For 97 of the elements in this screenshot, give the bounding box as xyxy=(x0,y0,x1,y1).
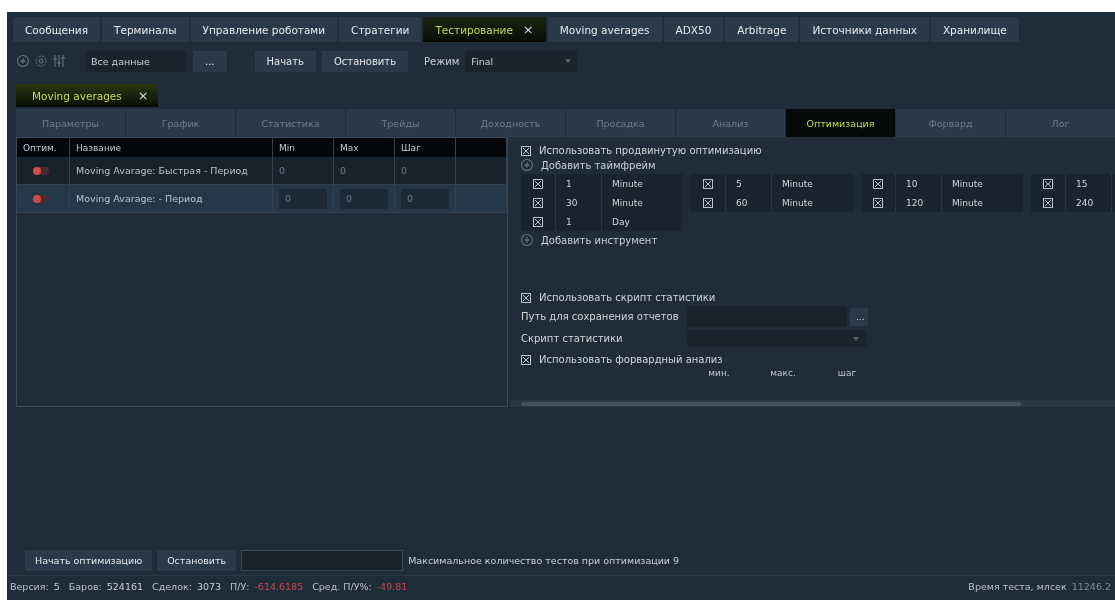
checkbox[interactable] xyxy=(703,197,713,208)
browse-button[interactable]: ... xyxy=(193,50,227,72)
status-value: -49.81 xyxy=(376,580,408,592)
column-header: Оптим. xyxy=(17,138,70,157)
checkbox-label: Использовать форвардный анализ xyxy=(539,354,723,365)
main-tab[interactable]: ADX50 xyxy=(663,17,724,42)
status-value: 5 xyxy=(53,580,60,592)
timeframe-value: 1 xyxy=(566,178,572,189)
mode-label: Режим xyxy=(424,55,460,67)
document-tab[interactable]: Moving averages × xyxy=(16,84,158,107)
stop-button[interactable]: Остановить xyxy=(157,549,237,571)
add-link[interactable]: Добавить инструмент xyxy=(541,234,658,246)
add-link[interactable]: Добавить таймфрейм xyxy=(541,159,656,171)
checkbox[interactable] xyxy=(703,178,713,189)
main-tab[interactable]: Moving averages xyxy=(547,17,662,42)
column-header: Шаг xyxy=(394,138,456,157)
start-optimization-button[interactable]: Начать оптимизацию xyxy=(25,549,153,571)
timeframe-unit: Minute xyxy=(611,178,643,189)
timeframe-unit: Minute xyxy=(951,178,983,189)
column-header: Max xyxy=(333,138,395,157)
checkbox[interactable] xyxy=(873,178,883,189)
caret-icon xyxy=(853,336,859,341)
data-source-field[interactable]: Все данные xyxy=(85,50,187,72)
checkbox[interactable] xyxy=(533,197,543,208)
sub-tab[interactable]: Оптимизация xyxy=(786,109,895,137)
column-header: макс. xyxy=(769,368,797,378)
checkbox-label: Использовать продвинутую оптимизацию xyxy=(539,145,762,156)
table-row[interactable]: Moving Avarage: Быстрая - Период 0 0 0 xyxy=(17,157,507,185)
scrollbar[interactable] xyxy=(511,400,1115,407)
timeframe-unit: Minute xyxy=(781,197,813,208)
status-value: 3073 xyxy=(196,580,222,592)
field-label: Путь для сохранения отчетов xyxy=(521,311,680,322)
timeframe-unit: Minute xyxy=(611,197,643,208)
number-field[interactable]: 0 xyxy=(401,188,449,209)
main-tab[interactable]: Тестирование × xyxy=(423,17,546,42)
toggle-switch[interactable] xyxy=(33,194,49,203)
table-cell: Moving Avarage: - Период xyxy=(69,184,273,213)
timeframe-value: 1 xyxy=(566,216,572,227)
browse-button[interactable]: ... xyxy=(850,307,868,326)
field-label: Скрипт статистики xyxy=(521,333,624,344)
main-tab[interactable]: Терминалы xyxy=(102,17,189,42)
toggle-switch[interactable] xyxy=(33,166,49,175)
timeframe-value: 5 xyxy=(736,178,742,189)
checkbox[interactable] xyxy=(521,292,531,303)
status-label: Сред. П/У%: xyxy=(312,580,372,592)
column-header: Название xyxy=(69,138,273,157)
sliders-icon[interactable] xyxy=(53,55,65,67)
timeframe-unit: Day xyxy=(611,216,630,227)
max-tests-text: Максимальное количество тестов при оптимизации 9 xyxy=(408,554,680,566)
status-label: Сделок: xyxy=(152,580,192,592)
table-cell: 0 xyxy=(279,165,286,176)
timeframe-unit: Minute xyxy=(781,178,813,189)
main-tab[interactable]: Хранилище xyxy=(930,17,1019,42)
number-field[interactable]: 0 xyxy=(279,188,327,209)
status-value: 524161 xyxy=(106,580,143,592)
timeframe-value: 10 xyxy=(906,178,918,189)
checkbox-label: Использовать скрипт статистики xyxy=(539,292,716,303)
stop-button[interactable]: Остановить xyxy=(321,50,409,72)
start-button[interactable]: Начать xyxy=(254,50,316,72)
close-icon[interactable]: × xyxy=(137,88,149,103)
checkbox[interactable] xyxy=(1043,178,1053,189)
column-header: Min xyxy=(272,138,334,157)
column-header: мин. xyxy=(707,368,731,378)
main-tab[interactable]: Управление роботами xyxy=(190,17,338,42)
timeframe-value: 240 xyxy=(1076,197,1094,208)
checkbox[interactable] xyxy=(533,178,543,189)
timeframe-unit: Minute xyxy=(951,197,983,208)
timeframe-value: 30 xyxy=(566,197,578,208)
status-label: Время теста, млсек xyxy=(968,580,1067,592)
timeframe-value: 120 xyxy=(906,197,924,208)
main-tab[interactable]: Сообщения xyxy=(13,17,100,42)
table-cell: 0 xyxy=(340,165,347,176)
status-value: 11246.2 xyxy=(1071,580,1111,592)
mode-dropdown[interactable]: Final xyxy=(465,50,578,72)
main-tab[interactable]: Arbitrage xyxy=(725,17,799,42)
status-label: Версия: xyxy=(10,580,49,592)
checkbox[interactable] xyxy=(521,145,531,156)
add-icon[interactable] xyxy=(17,55,29,67)
timeframe-value: 15 xyxy=(1076,178,1088,189)
caret-icon xyxy=(565,59,572,63)
add-icon[interactable] xyxy=(521,234,533,246)
checkbox[interactable] xyxy=(521,354,531,365)
checkbox[interactable] xyxy=(1043,197,1053,208)
main-tab[interactable]: Источники данных xyxy=(800,17,929,42)
main-tab[interactable]: Стратегии xyxy=(339,17,422,42)
table-row[interactable]: Moving Avarage: - Период 0 0 0 xyxy=(17,184,507,213)
table-cell: 0 xyxy=(401,165,408,176)
number-field[interactable]: 0 xyxy=(340,188,388,209)
column-header: шаг xyxy=(836,368,858,378)
status-label: П/У: xyxy=(230,580,250,592)
timeframe-value: 60 xyxy=(736,197,748,208)
checkbox[interactable] xyxy=(533,216,543,227)
table-cell: Moving Avarage: Быстрая - Период xyxy=(69,157,273,185)
close-icon[interactable]: × xyxy=(522,22,534,37)
checkbox[interactable] xyxy=(873,197,883,208)
status-value: -614.6185 xyxy=(254,580,304,592)
status-label: Баров: xyxy=(68,580,102,592)
